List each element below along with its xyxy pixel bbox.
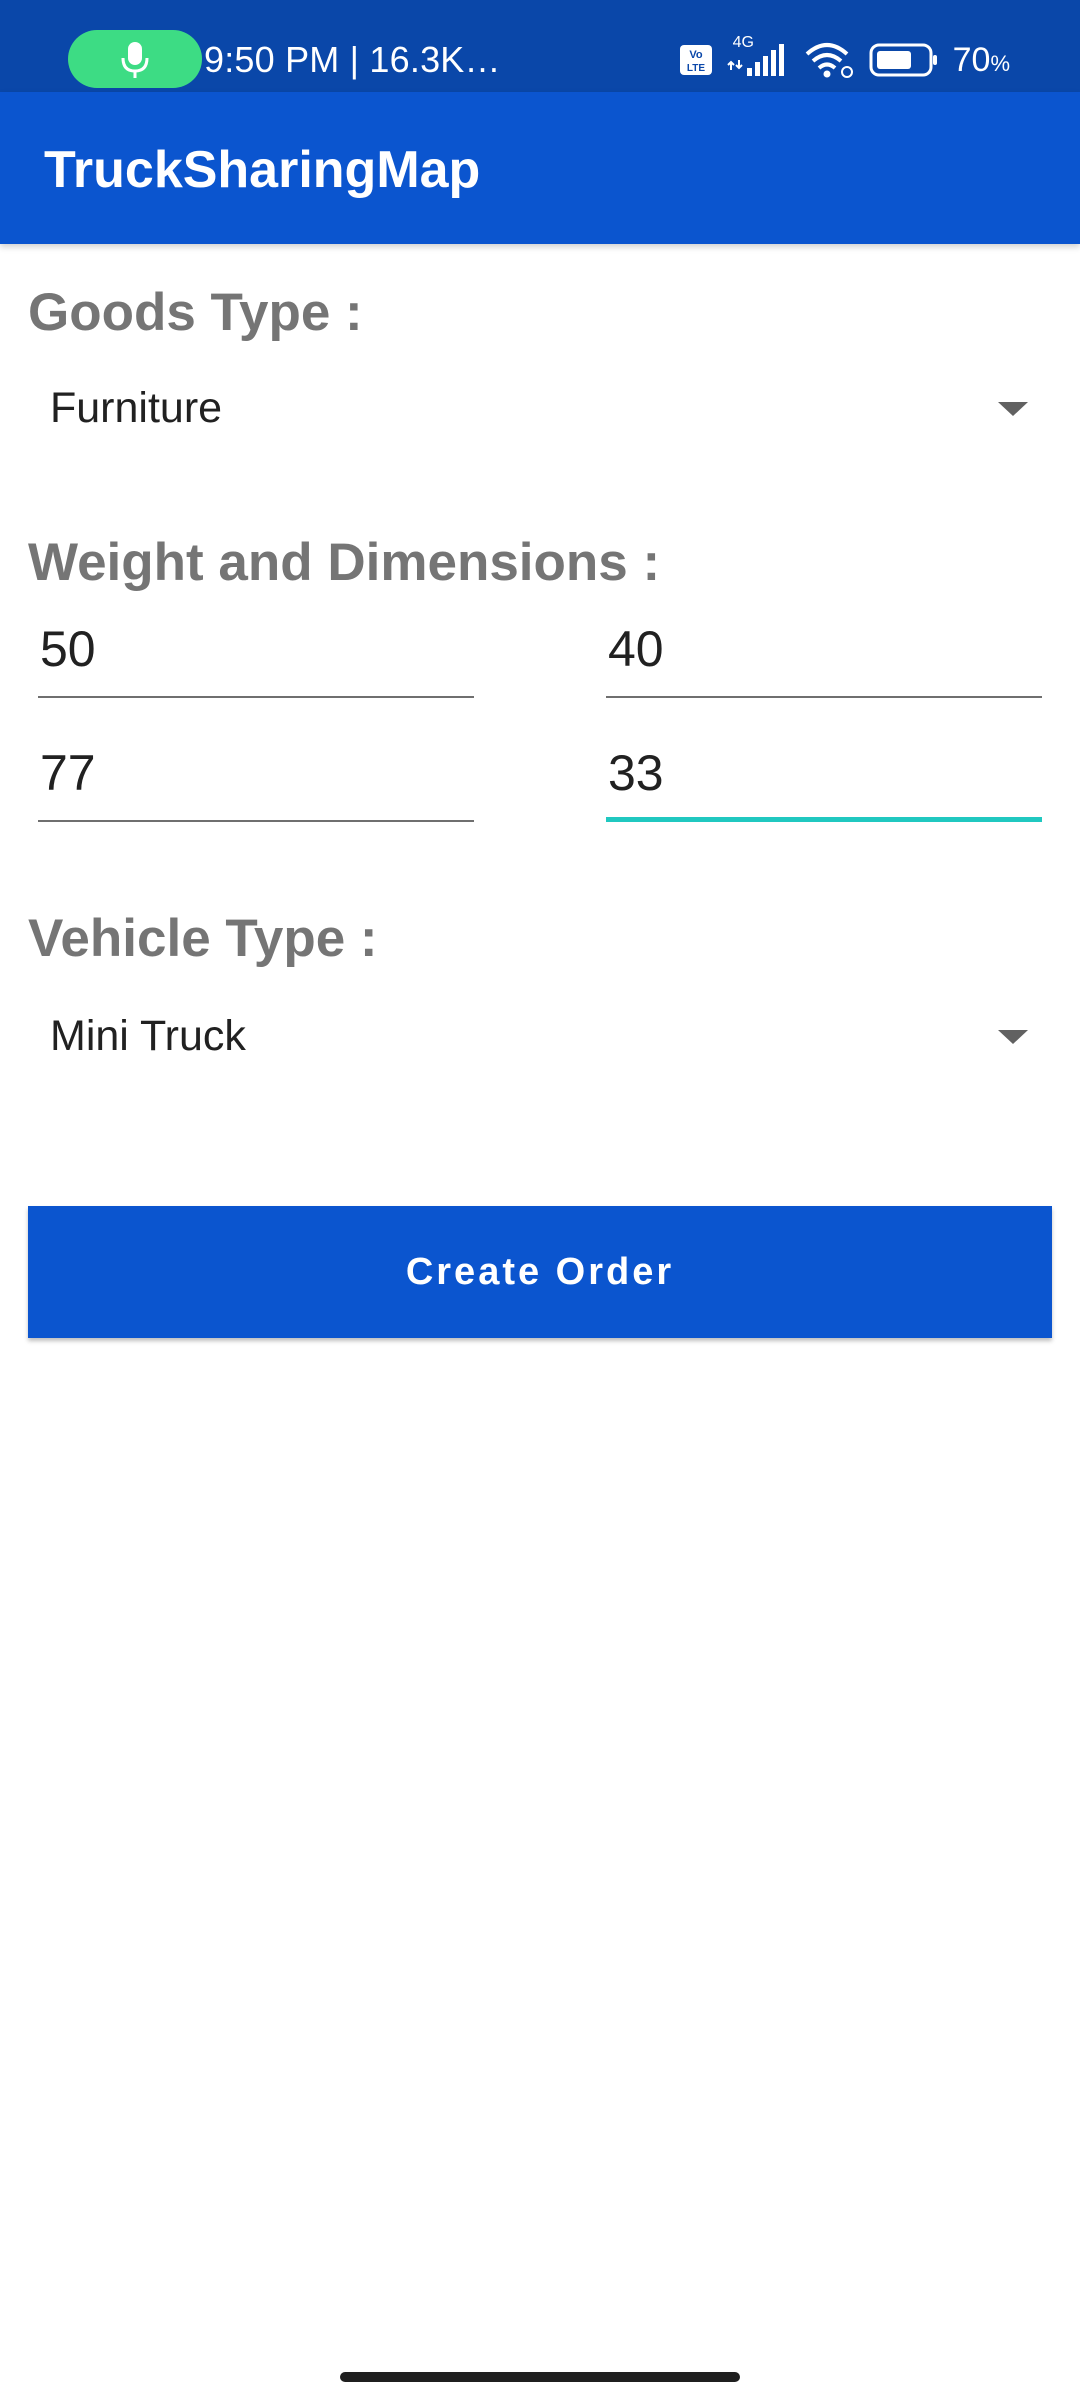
length-field[interactable] — [606, 606, 1042, 698]
width-input[interactable] — [40, 744, 460, 802]
app-title: TruckSharingMap — [44, 141, 481, 199]
dropdown-arrow-icon — [998, 402, 1028, 416]
vehicle-type-value: Mini Truck — [50, 1012, 246, 1060]
create-order-button[interactable]: Create Order — [28, 1206, 1052, 1338]
goods-type-value: Furniture — [50, 384, 223, 432]
wifi-icon — [805, 43, 853, 78]
vehicle-type-label: Vehicle Type : — [28, 909, 378, 968]
home-indicator[interactable] — [340, 2372, 740, 2382]
goods-type-label: Goods Type : — [28, 283, 363, 342]
svg-text:LTE: LTE — [687, 63, 705, 74]
status-time: 9:50 PM | 16.3K… — [204, 39, 501, 80]
volte-icon: Vo LTE — [679, 45, 712, 75]
length-input[interactable] — [608, 620, 1028, 678]
dropdown-arrow-icon — [998, 1030, 1028, 1044]
signal-icon: 4G — [726, 34, 789, 80]
svg-text:Vo: Vo — [689, 49, 703, 61]
weight-dimensions-label: Weight and Dimensions : — [28, 533, 661, 592]
status-icons: Vo LTE 4G 70% — [679, 34, 1010, 84]
battery-icon — [869, 43, 937, 77]
mic-indicator[interactable] — [68, 30, 202, 88]
battery-percent: 70% — [952, 40, 1010, 79]
goods-type-spinner[interactable]: Furniture — [28, 364, 1028, 454]
weight-input[interactable] — [40, 620, 460, 678]
width-field[interactable] — [38, 730, 474, 822]
app-bar: TruckSharingMap — [0, 92, 1080, 244]
height-input[interactable] — [608, 744, 1028, 802]
mic-icon — [121, 42, 149, 78]
height-field[interactable] — [606, 730, 1042, 822]
weight-field[interactable] — [38, 606, 474, 698]
status-bar: 9:50 PM | 16.3K… Vo LTE 4G 70% — [0, 0, 1080, 92]
vehicle-type-spinner[interactable]: Mini Truck — [28, 992, 1028, 1082]
